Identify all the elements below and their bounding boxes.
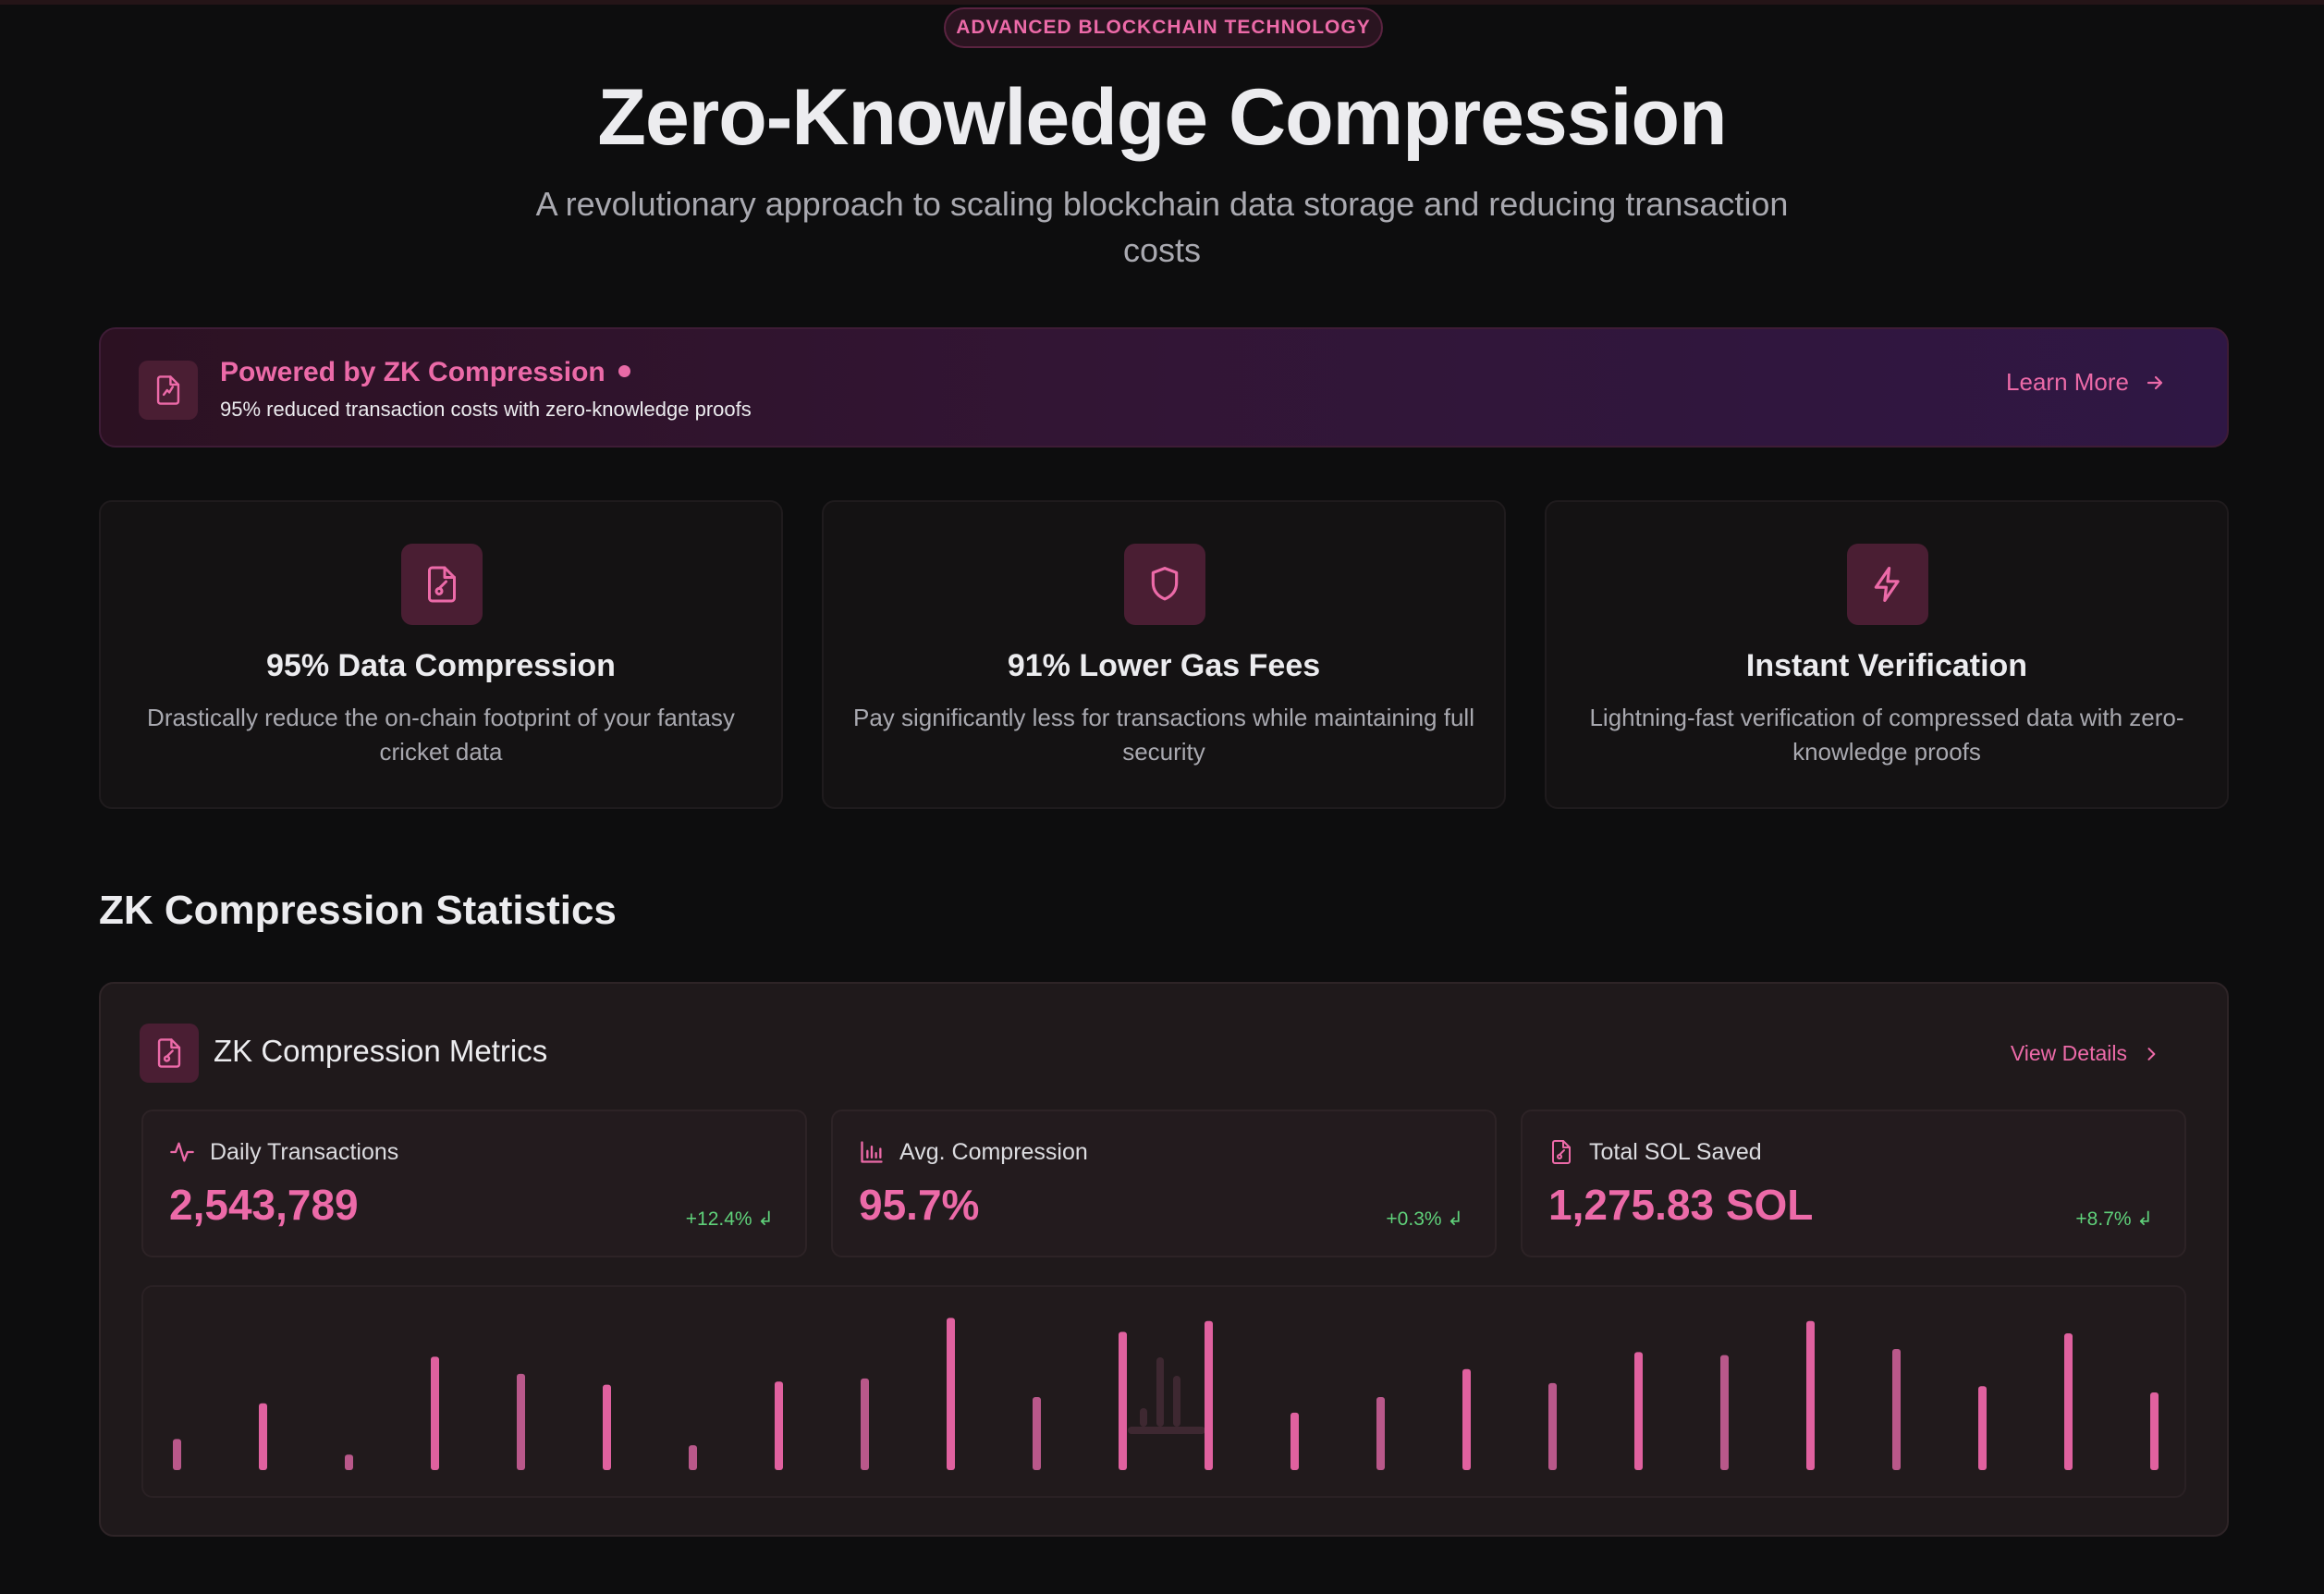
compression-chart <box>141 1285 2186 1498</box>
stat-card-avg-compression: Avg. Compression 95.7% +0.3% ↲ <box>831 1110 1497 1257</box>
chart-bar <box>861 1378 869 1470</box>
stat-change: +0.3% ↲ <box>1386 1208 1463 1230</box>
feature-title: 95% Data Compression <box>266 648 616 683</box>
file-check-icon <box>139 361 198 420</box>
learn-more-label: Learn More <box>2006 368 2129 396</box>
banner-title: Powered by ZK Compression <box>220 357 630 388</box>
stat-value: 95.7% <box>859 1181 980 1229</box>
chart-bar <box>947 1318 955 1470</box>
top-border <box>0 0 2324 5</box>
section-title: ZK Compression Statistics <box>99 888 617 933</box>
chart-bar <box>259 1403 267 1470</box>
learn-more-link[interactable]: Learn More <box>2006 368 2166 397</box>
chart-bar <box>345 1454 353 1470</box>
feature-card-gas-fees: 91% Lower Gas Fees Pay significantly les… <box>822 500 1506 809</box>
stat-card-daily-transactions: Daily Transactions 2,543,789 +12.4% ↲ <box>141 1110 807 1257</box>
chart-bar <box>1634 1352 1643 1470</box>
chart-bar <box>1376 1397 1385 1470</box>
chart-bar <box>603 1384 611 1470</box>
stat-value: 2,543,789 <box>169 1181 359 1229</box>
stat-label: Total SOL Saved <box>1589 1139 1762 1165</box>
chart-watermark-icon <box>1128 1357 1205 1434</box>
stat-card-total-sol-saved: Total SOL Saved 1,275.83 SOL +8.7% ↲ <box>1521 1110 2186 1257</box>
chart-bar <box>1290 1412 1299 1470</box>
bar-chart <box>173 1318 2159 1470</box>
chart-bar <box>1806 1320 1815 1470</box>
lightning-icon <box>1847 544 1928 625</box>
chart-bar <box>2064 1333 2073 1470</box>
hero-badge: ADVANCED BLOCKCHAIN TECHNOLOGY <box>944 7 1383 48</box>
chart-bar <box>1119 1331 1127 1470</box>
feature-title: 91% Lower Gas Fees <box>1007 648 1321 683</box>
feature-title: Instant Verification <box>1745 648 2028 683</box>
chart-bar <box>1720 1355 1729 1470</box>
view-details-link[interactable]: View Details <box>2011 1041 2160 1066</box>
view-details-label: View Details <box>2010 1041 2127 1065</box>
shield-icon <box>1124 544 1205 625</box>
feature-description: Lightning-fast verification of compresse… <box>1589 704 2184 766</box>
chart-bar <box>1205 1320 1213 1470</box>
chart-bar <box>1892 1348 1901 1470</box>
file-check-icon <box>140 1024 199 1083</box>
feature-description: Pay significantly less for transactions … <box>853 704 1474 766</box>
metrics-title: ZK Compression Metrics <box>214 1034 548 1068</box>
page-subtitle: A revolutionary approach to scaling bloc… <box>535 185 1789 269</box>
chart-bar <box>517 1373 525 1470</box>
bar-chart-icon <box>861 1141 883 1163</box>
chart-bar <box>1978 1386 1987 1470</box>
stat-value: 1,275.83 SOL <box>1548 1181 1814 1229</box>
feature-card-verification: Instant Verification Lightning-fast veri… <box>1545 500 2229 809</box>
zk-banner: Powered by ZK Compression 95% reduced tr… <box>99 327 2229 448</box>
chart-bar <box>2150 1392 2159 1470</box>
chevron-right-icon <box>2147 1047 2156 1061</box>
arrow-right-icon <box>2147 375 2163 389</box>
file-check-icon <box>401 544 483 625</box>
file-check-icon <box>1552 1140 1571 1164</box>
chart-bar <box>689 1445 697 1470</box>
feature-card-compression: 95% Data Compression Drastically reduce … <box>99 500 783 809</box>
page-title: Zero-Knowledge Compression <box>597 73 1727 162</box>
stat-change: +12.4% ↲ <box>685 1208 774 1230</box>
activity-icon <box>170 1142 194 1162</box>
banner-subtitle: 95% reduced transaction costs with zero-… <box>220 398 752 421</box>
status-dot <box>618 364 630 377</box>
chart-bar <box>173 1439 181 1470</box>
stat-label: Daily Transactions <box>210 1139 399 1165</box>
stat-change: +8.7% ↲ <box>2075 1208 2153 1230</box>
feature-description: Drastically reduce the on-chain footprin… <box>147 704 735 766</box>
chart-bar <box>1548 1382 1557 1470</box>
metrics-panel: ZK Compression Metrics View Details Dail… <box>99 982 2229 1537</box>
chart-bar <box>1462 1368 1471 1470</box>
chart-bar <box>1033 1397 1041 1470</box>
chart-bar <box>775 1381 783 1470</box>
stat-label: Avg. Compression <box>899 1139 1088 1165</box>
chart-bar <box>431 1356 439 1470</box>
